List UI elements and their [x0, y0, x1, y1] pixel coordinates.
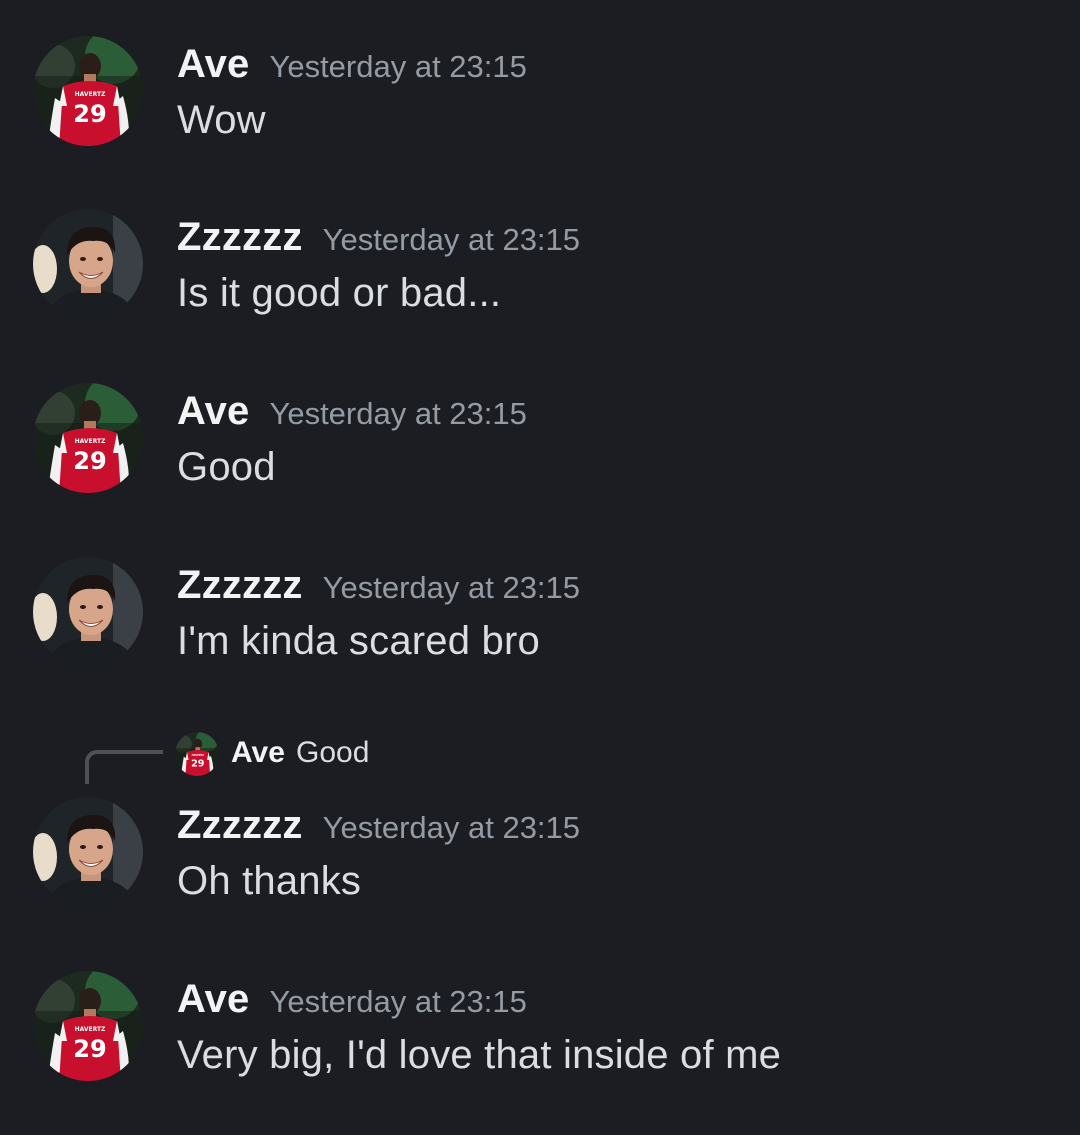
message-header: Ave Yesterday at 23:15	[177, 42, 527, 92]
chat-message[interactable]: Zzzzzz Yesterday at 23:15 Oh thanks	[0, 797, 1080, 927]
reply-reference[interactable]: Ave Good	[0, 730, 1080, 784]
author-name[interactable]: Zzzzzz	[177, 215, 303, 259]
author-name[interactable]: Zzzzzz	[177, 803, 303, 847]
ave-avatar[interactable]	[33, 36, 143, 146]
message-text: Oh thanks	[177, 859, 362, 903]
zzzzzz-avatar[interactable]	[33, 557, 143, 667]
chat-message[interactable]: Ave Yesterday at 23:15 Good	[0, 383, 1080, 513]
message-timestamp: Yesterday at 23:15	[322, 222, 581, 257]
message-header: Ave Yesterday at 23:15	[177, 389, 527, 439]
author-name[interactable]: Ave	[177, 42, 250, 86]
reply-preview-text[interactable]: Good	[296, 736, 369, 770]
message-text: I'm kinda scared bro	[177, 619, 540, 663]
message-header: Zzzzzz Yesterday at 23:15	[177, 215, 580, 265]
author-name[interactable]: Ave	[177, 389, 250, 433]
message-timestamp: Yesterday at 23:15	[269, 396, 527, 431]
zzzzzz-avatar[interactable]	[33, 797, 143, 907]
message-header: Zzzzzz Yesterday at 23:15	[177, 803, 580, 853]
zzzzzz-avatar[interactable]	[33, 209, 143, 319]
message-text: Wow	[177, 98, 266, 142]
chat-message[interactable]: Zzzzzz Yesterday at 23:15 I'm kinda scare…	[0, 557, 1080, 687]
ave-avatar[interactable]	[33, 383, 143, 493]
message-timestamp: Yesterday at 23:15	[269, 984, 527, 1019]
chat-message[interactable]: Ave Yesterday at 23:15 Wow	[0, 36, 1080, 166]
message-text: Is it good or bad...	[177, 271, 502, 315]
author-name[interactable]: Zzzzzz	[177, 563, 303, 607]
ave-avatar[interactable]	[33, 971, 143, 1081]
message-header: Zzzzzz Yesterday at 23:15	[177, 563, 580, 613]
reply-spine	[85, 750, 163, 784]
chat-message[interactable]: Zzzzzz Yesterday at 23:15 Is it good or b…	[0, 209, 1080, 339]
message-timestamp: Yesterday at 23:15	[322, 810, 581, 845]
message-header: Ave Yesterday at 23:15	[177, 977, 527, 1027]
reply-author[interactable]: Ave	[231, 736, 285, 770]
message-timestamp: Yesterday at 23:15	[269, 49, 527, 84]
chat-message[interactable]: Ave Yesterday at 23:15 Very big, I'd love…	[0, 971, 1080, 1101]
author-name[interactable]: Ave	[177, 977, 250, 1021]
ave-avatar-small	[175, 732, 219, 776]
message-timestamp: Yesterday at 23:15	[322, 570, 581, 605]
message-text: Very big, I'd love that inside of me	[177, 1033, 782, 1077]
message-text: Good	[177, 445, 276, 489]
chat-message-list: Ave Yesterday at 23:15 Wow Zzzzzz Yesterda…	[0, 0, 1080, 1135]
